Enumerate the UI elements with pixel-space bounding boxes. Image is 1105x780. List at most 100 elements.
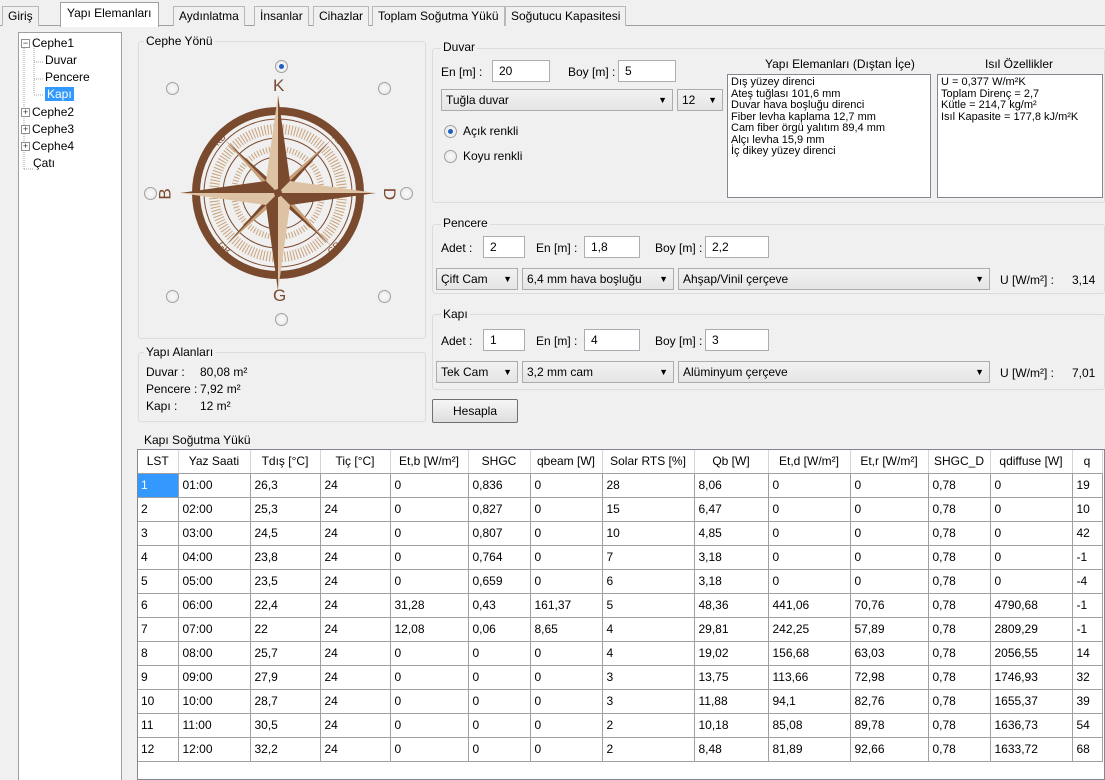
table-cell[interactable]: 0 <box>530 641 603 666</box>
table-cell[interactable]: 0 <box>768 569 851 594</box>
table-cell[interactable]: 22 <box>250 617 321 642</box>
row-header-cell[interactable]: 8 <box>138 641 179 666</box>
table-cell[interactable]: 0 <box>468 713 531 738</box>
expand-icon[interactable]: + <box>21 142 30 151</box>
table-cell[interactable]: -4 <box>1072 569 1103 594</box>
table-cell[interactable]: 0,78 <box>928 545 991 570</box>
table-cell[interactable]: 0 <box>468 641 531 666</box>
table-cell[interactable]: 24 <box>320 497 391 522</box>
table-cell[interactable]: 24 <box>320 737 391 762</box>
row-header-cell[interactable]: 6 <box>138 593 179 618</box>
table-cell[interactable]: 4 <box>602 617 695 642</box>
table-cell[interactable]: 23,8 <box>250 545 321 570</box>
table-cell[interactable]: 0 <box>390 737 469 762</box>
table-cell[interactable]: 07:00 <box>178 617 251 642</box>
row-header-cell[interactable]: 1 <box>138 473 179 498</box>
tab-sogutucu-kapasitesi[interactable]: Soğutucu Kapasitesi <box>505 6 627 26</box>
column-header[interactable]: qdiffuse [W] <box>990 450 1073 474</box>
table-row[interactable]: 8 08:00 25,7 24 0 0 0 4 19,02 156,68 63,03 0,78 2056… <box>138 641 1103 666</box>
table-cell[interactable]: 0 <box>850 497 929 522</box>
table-cell[interactable]: 161,37 <box>530 593 603 618</box>
tab-toplam-sogutma-yuku[interactable]: Toplam Soğutma Yükü <box>372 6 505 26</box>
table-cell[interactable]: -1 <box>1072 545 1103 570</box>
table-cell[interactable]: -1 <box>1072 617 1103 642</box>
table-cell[interactable]: 3 <box>602 665 695 690</box>
table-cell[interactable]: 3,18 <box>694 545 769 570</box>
tree-item-cephe4[interactable]: + Cephe4 <box>21 139 74 153</box>
door-count-input[interactable]: 1 <box>483 329 525 351</box>
column-header[interactable]: Et,d [W/m²] <box>768 450 851 474</box>
table-cell[interactable]: 0 <box>390 473 469 498</box>
table-cell[interactable]: 0 <box>468 665 531 690</box>
table-cell[interactable]: 6 <box>602 569 695 594</box>
thermal-props-list[interactable]: U = 0,377 W/m²K Toplam Direnç = 2,7 Kütl… <box>937 74 1103 198</box>
table-cell[interactable]: 0 <box>390 545 469 570</box>
table-cell[interactable]: 3,18 <box>694 569 769 594</box>
table-cell[interactable]: 0,78 <box>928 521 991 546</box>
table-cell[interactable]: 0 <box>768 521 851 546</box>
tab-cihazlar[interactable]: Cihazlar <box>313 6 370 26</box>
table-cell[interactable]: 3 <box>602 689 695 714</box>
table-cell[interactable]: 0 <box>390 497 469 522</box>
table-cell[interactable]: 68 <box>1072 737 1103 762</box>
table-cell[interactable]: 57,89 <box>850 617 929 642</box>
door-frame-select[interactable]: Alüminyum çerçeve ▼ <box>678 361 990 383</box>
table-cell[interactable]: 8,06 <box>694 473 769 498</box>
table-cell[interactable]: 8,65 <box>530 617 603 642</box>
table-cell[interactable]: 24 <box>320 593 391 618</box>
table-cell[interactable]: 6,47 <box>694 497 769 522</box>
tab-yapi-elemanlari[interactable]: Yapı Elemanları <box>60 2 159 27</box>
window-gap-select[interactable]: 6,4 mm hava boşluğu ▼ <box>522 268 674 290</box>
table-cell[interactable]: 30,5 <box>250 713 321 738</box>
table-cell[interactable]: 48,36 <box>694 593 769 618</box>
table-row[interactable]: 11 11:00 30,5 24 0 0 0 2 10,18 85,08 89,78 0,78 1636… <box>138 713 1103 738</box>
table-cell[interactable]: 0 <box>850 545 929 570</box>
door-cooling-load-grid[interactable]: LST Yaz Saati Tdış [°C] Tiç [°C] Et,b [W/m²]… <box>137 449 1105 780</box>
table-cell[interactable]: 09:00 <box>178 665 251 690</box>
table-cell[interactable]: 0 <box>850 473 929 498</box>
table-cell[interactable]: 13,75 <box>694 665 769 690</box>
column-header[interactable]: Solar RTS [%] <box>602 450 695 474</box>
wall-material-select[interactable]: Tuğla duvar ▼ <box>441 89 673 111</box>
table-cell[interactable]: 0 <box>768 497 851 522</box>
table-cell[interactable]: 2 <box>602 713 695 738</box>
table-cell[interactable]: 27,9 <box>250 665 321 690</box>
table-cell[interactable]: 5 <box>602 593 695 618</box>
table-cell[interactable]: 156,68 <box>768 641 851 666</box>
wall-width-input[interactable]: 20 <box>492 60 550 82</box>
table-cell[interactable]: 0,836 <box>468 473 531 498</box>
table-cell[interactable]: 0 <box>990 497 1073 522</box>
table-cell[interactable]: 1633,72 <box>990 737 1073 762</box>
table-row[interactable]: 9 09:00 27,9 24 0 0 0 3 13,75 113,66 72,98 0,78 1746… <box>138 665 1103 690</box>
door-width-input[interactable]: 4 <box>584 329 640 351</box>
table-cell[interactable]: 24 <box>320 689 391 714</box>
table-row[interactable]: 6 06:00 22,4 24 31,28 0,43 161,37 5 48,36 441,06 7… <box>138 593 1103 618</box>
column-header[interactable]: Yaz Saati <box>178 450 251 474</box>
table-cell[interactable]: 7 <box>602 545 695 570</box>
table-cell[interactable]: 2809,29 <box>990 617 1073 642</box>
row-header-cell[interactable]: 3 <box>138 521 179 546</box>
table-cell[interactable]: 0 <box>530 473 603 498</box>
tab-aydinlatma[interactable]: Aydınlatma <box>173 6 245 26</box>
table-cell[interactable]: 0 <box>468 689 531 714</box>
table-cell[interactable]: 24 <box>320 545 391 570</box>
tree-item-kapi[interactable]: Kapı <box>45 87 74 101</box>
table-cell[interactable]: 03:00 <box>178 521 251 546</box>
table-cell[interactable]: 0,78 <box>928 689 991 714</box>
table-cell[interactable]: 0,06 <box>468 617 531 642</box>
table-cell[interactable]: 24 <box>320 569 391 594</box>
table-cell[interactable]: 14 <box>1072 641 1103 666</box>
table-row[interactable]: 5 05:00 23,5 24 0 0,659 0 6 3,18 0 0 0,78 0 -4 <box>138 569 1103 594</box>
table-cell[interactable]: 0,78 <box>928 593 991 618</box>
table-cell[interactable]: 0,78 <box>928 737 991 762</box>
table-row[interactable]: 4 04:00 23,8 24 0 0,764 0 7 3,18 0 0 0,78 0 -1 <box>138 545 1103 570</box>
table-cell[interactable]: 0 <box>990 569 1073 594</box>
table-cell[interactable]: 0,78 <box>928 617 991 642</box>
row-header-cell[interactable]: 11 <box>138 713 179 738</box>
table-cell[interactable]: 81,89 <box>768 737 851 762</box>
tree-item-cephe3[interactable]: + Cephe3 <box>21 122 74 136</box>
table-cell[interactable]: 10 <box>1072 497 1103 522</box>
table-cell[interactable]: 70,76 <box>850 593 929 618</box>
table-cell[interactable]: 11,88 <box>694 689 769 714</box>
table-cell[interactable]: 63,03 <box>850 641 929 666</box>
